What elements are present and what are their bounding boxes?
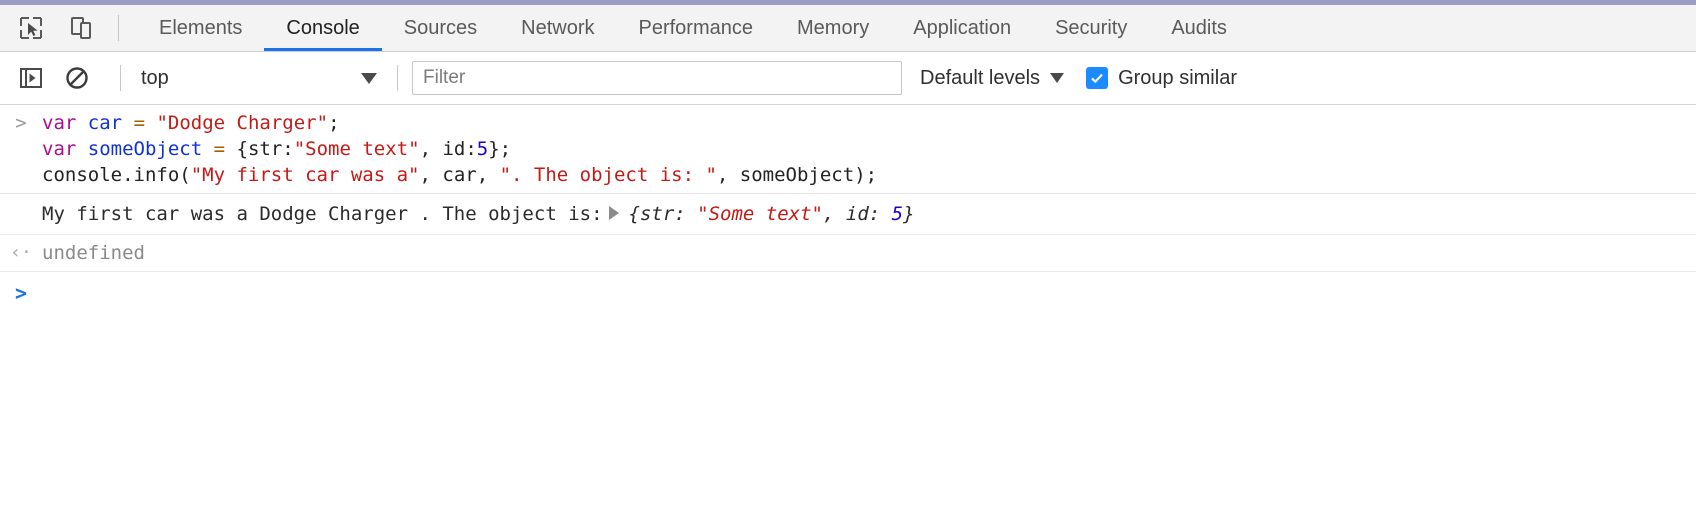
clear-console-icon[interactable] <box>60 61 94 95</box>
panel-tabs: Elements Console Sources Network Perform… <box>137 5 1249 51</box>
console-prompt-row[interactable]: > <box>0 272 1696 312</box>
identifier-car: car <box>87 112 123 134</box>
object-separator: , <box>823 203 846 225</box>
console-info-call: console.info( <box>42 164 191 186</box>
string-my-first-car: "My first car was a" <box>190 164 420 186</box>
console-toolbar: top Default levels Group similar <box>0 52 1696 105</box>
toolbar-divider-1 <box>120 65 121 91</box>
number-five: 5 <box>476 138 489 160</box>
keyword-var: var <box>42 112 77 134</box>
tab-bar-icon-group <box>0 13 96 43</box>
tab-memory[interactable]: Memory <box>775 5 891 51</box>
tab-network[interactable]: Network <box>499 5 616 51</box>
console-return-marker-cell: ‹· <box>0 240 42 264</box>
object-value-str: "Some text" <box>697 203 824 225</box>
return-arrow-icon: ‹· <box>10 242 32 263</box>
operator-assign-2: = <box>213 138 226 160</box>
toolbar-divider-2 <box>397 65 398 91</box>
log-levels-dropdown[interactable]: Default levels <box>920 66 1065 90</box>
group-similar-toggle[interactable]: Group similar <box>1086 67 1237 90</box>
keyword-var-2: var <box>42 138 77 160</box>
input-chevron-icon: > <box>15 112 27 134</box>
console-output-row[interactable]: My first car was a Dodge Charger . The o… <box>0 194 1696 235</box>
device-toolbar-icon[interactable] <box>66 13 96 43</box>
object-value-id: 5 <box>891 203 904 225</box>
object-brace-close: } <box>903 203 915 225</box>
object-close: }; <box>488 138 512 160</box>
console-input-marker-cell: > <box>0 110 42 134</box>
console-output-content: My first car was a Dodge Charger . The o… <box>42 201 915 227</box>
execution-context-label: top <box>141 66 169 89</box>
console-message-list: > var car = "Dodge Charger"; var someObj… <box>0 105 1696 312</box>
console-return-row: ‹· undefined <box>0 235 1696 272</box>
tab-elements[interactable]: Elements <box>137 5 264 51</box>
tab-application[interactable]: Application <box>891 5 1033 51</box>
tab-performance[interactable]: Performance <box>617 5 776 51</box>
string-some-text: "Some text" <box>293 138 420 160</box>
output-text: My first car was a Dodge Charger . The o… <box>42 203 603 225</box>
log-levels-label: Default levels <box>920 66 1041 89</box>
string-dodge-charger: "Dodge Charger" <box>156 112 329 134</box>
console-output-marker-cell <box>0 201 42 203</box>
execution-context-selector[interactable]: top <box>135 61 383 95</box>
tab-bar-divider <box>118 15 119 41</box>
inspect-element-icon[interactable] <box>16 13 46 43</box>
object-preview[interactable]: {str: "Some text", id: 5} <box>629 203 915 225</box>
group-similar-checkbox[interactable] <box>1086 67 1109 89</box>
string-the-object-is: ". The object is: " <box>499 164 717 186</box>
console-input-code: var car = "Dodge Charger"; var someObjec… <box>42 110 877 188</box>
arg-car: , car, <box>419 164 500 186</box>
arg-someobject: , someObject); <box>716 164 878 186</box>
object-mid: , id: <box>419 138 477 160</box>
object-open: {str: <box>236 138 294 160</box>
object-key-id: id: <box>845 203 892 225</box>
tab-audits[interactable]: Audits <box>1149 5 1249 51</box>
object-brace-open: { <box>628 203 640 225</box>
object-expander-icon[interactable] <box>608 206 619 220</box>
tab-security[interactable]: Security <box>1033 5 1149 51</box>
chevron-down-icon <box>361 72 377 84</box>
identifier-someobject: someObject <box>87 138 203 160</box>
tab-console[interactable]: Console <box>264 5 381 51</box>
console-sidebar-icon[interactable] <box>14 61 48 95</box>
object-key-str: str: <box>639 203 698 225</box>
tab-sources[interactable]: Sources <box>382 5 499 51</box>
filter-input[interactable] <box>412 61 902 95</box>
semicolon: ; <box>328 112 340 134</box>
operator-assign: = <box>133 112 146 134</box>
console-input-row[interactable]: > var car = "Dodge Charger"; var someObj… <box>0 105 1696 194</box>
chevron-down-icon <box>1050 73 1065 83</box>
devtools-tab-bar: Elements Console Sources Network Perform… <box>0 5 1696 52</box>
console-return-value: undefined <box>42 242 145 264</box>
console-prompt-marker-cell: > <box>0 280 42 304</box>
prompt-chevron-icon: > <box>14 281 28 305</box>
group-similar-label: Group similar <box>1118 66 1237 89</box>
